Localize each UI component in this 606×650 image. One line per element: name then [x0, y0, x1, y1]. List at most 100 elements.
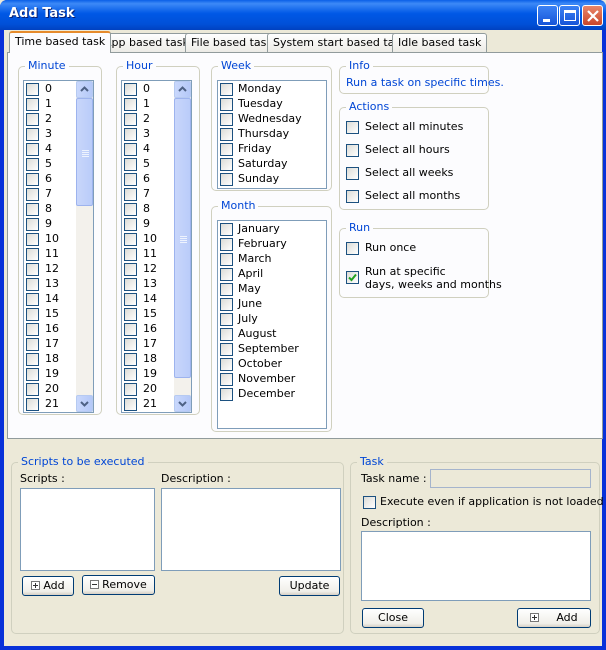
checkbox[interactable] — [220, 173, 233, 186]
month-row[interactable]: March — [220, 252, 320, 267]
checkbox[interactable] — [346, 144, 359, 157]
add-script-button[interactable]: Add — [22, 576, 74, 596]
checkbox[interactable] — [26, 113, 39, 126]
run-specific-checkbox[interactable]: Run at specific days, weeks and months — [346, 265, 502, 293]
checkbox[interactable] — [124, 398, 137, 411]
checkbox[interactable] — [26, 353, 39, 366]
checkbox[interactable] — [220, 83, 233, 96]
scripts-list[interactable] — [20, 488, 155, 571]
checkbox[interactable] — [363, 496, 376, 509]
checkbox[interactable] — [124, 308, 137, 321]
checkbox[interactable] — [220, 238, 233, 251]
checkbox[interactable] — [26, 398, 39, 411]
title-bar[interactable]: Add Task — [0, 0, 606, 30]
checkbox[interactable] — [124, 278, 137, 291]
checkbox[interactable] — [346, 242, 359, 255]
month-row[interactable]: August — [220, 327, 320, 342]
select-all-checkbox[interactable]: Select all minutes — [346, 120, 481, 135]
month-row[interactable]: May — [220, 282, 320, 297]
tab-system-start[interactable]: System start based task — [267, 33, 413, 52]
checkbox[interactable] — [26, 383, 39, 396]
checkbox[interactable] — [26, 278, 39, 291]
select-all-checkbox[interactable]: Select all hours — [346, 143, 481, 158]
checkbox[interactable] — [124, 248, 137, 261]
checkbox[interactable] — [220, 328, 233, 341]
week-day-row[interactable]: Wednesday — [220, 112, 320, 127]
checkbox[interactable] — [124, 113, 137, 126]
checkbox[interactable] — [220, 343, 233, 356]
checkbox[interactable] — [220, 143, 233, 156]
checkbox[interactable] — [124, 98, 137, 111]
month-row[interactable]: July — [220, 312, 320, 327]
checkbox[interactable] — [220, 253, 233, 266]
checkbox[interactable] — [124, 158, 137, 171]
maximize-button[interactable] — [559, 5, 580, 26]
checkbox[interactable] — [220, 223, 233, 236]
week-day-row[interactable]: Saturday — [220, 157, 320, 172]
checkbox[interactable] — [26, 308, 39, 321]
checkbox[interactable] — [26, 143, 39, 156]
minimize-button[interactable] — [537, 5, 558, 26]
minute-list[interactable]: 0 1 2 3 4 5 6 7 8 9 10 11 12 13 14 15 16 17 18 19 20 21 — [23, 80, 94, 413]
task-name-input[interactable] — [430, 469, 591, 488]
minute-scrollbar[interactable] — [76, 81, 93, 412]
checkbox[interactable] — [26, 173, 39, 186]
checkbox[interactable] — [26, 323, 39, 336]
checkbox[interactable] — [124, 233, 137, 246]
checkbox[interactable] — [346, 190, 359, 203]
checkbox[interactable] — [346, 271, 359, 284]
hour-scrollbar[interactable] — [174, 81, 191, 412]
month-list[interactable]: January February March April May June July Augu… — [217, 220, 327, 429]
month-row[interactable]: June — [220, 297, 320, 312]
scroll-down-button[interactable] — [174, 395, 191, 412]
scroll-up-button[interactable] — [174, 81, 191, 98]
checkbox[interactable] — [220, 268, 233, 281]
month-row[interactable]: April — [220, 267, 320, 282]
tab-file-based[interactable]: File based task — [185, 33, 279, 52]
checkbox[interactable] — [124, 338, 137, 351]
checkbox[interactable] — [26, 233, 39, 246]
checkbox[interactable] — [26, 83, 39, 96]
checkbox[interactable] — [124, 83, 137, 96]
scroll-thumb[interactable] — [174, 98, 191, 378]
month-row[interactable]: January — [220, 222, 320, 237]
checkbox[interactable] — [26, 203, 39, 216]
checkbox[interactable] — [26, 158, 39, 171]
update-script-button[interactable]: Update — [279, 576, 340, 596]
execute-unloaded-checkbox[interactable]: Execute even if application is not loade… — [363, 495, 604, 510]
tab-time-based[interactable]: Time based task — [9, 31, 112, 53]
checkbox[interactable] — [220, 358, 233, 371]
checkbox[interactable] — [220, 373, 233, 386]
checkbox[interactable] — [26, 248, 39, 261]
checkbox[interactable] — [220, 98, 233, 111]
checkbox[interactable] — [26, 293, 39, 306]
hour-list[interactable]: 0 1 2 3 4 5 6 7 8 9 10 11 12 13 14 15 16 17 18 19 20 21 — [121, 80, 192, 413]
checkbox[interactable] — [124, 353, 137, 366]
month-row[interactable]: December — [220, 387, 320, 402]
checkbox[interactable] — [220, 298, 233, 311]
checkbox[interactable] — [124, 383, 137, 396]
checkbox[interactable] — [124, 128, 137, 141]
week-list[interactable]: Monday Tuesday Wednesday Thursday Friday Satu… — [217, 80, 327, 189]
close-button[interactable]: Close — [362, 608, 424, 628]
week-day-row[interactable]: Thursday — [220, 127, 320, 142]
scroll-up-button[interactable] — [76, 81, 93, 98]
checkbox[interactable] — [26, 368, 39, 381]
checkbox[interactable] — [124, 323, 137, 336]
select-all-checkbox[interactable]: Select all weeks — [346, 166, 481, 181]
week-day-row[interactable]: Friday — [220, 142, 320, 157]
checkbox[interactable] — [26, 338, 39, 351]
checkbox[interactable] — [220, 113, 233, 126]
checkbox[interactable] — [220, 313, 233, 326]
checkbox[interactable] — [220, 283, 233, 296]
checkbox[interactable] — [26, 218, 39, 231]
select-all-checkbox[interactable]: Select all months — [346, 189, 481, 204]
scroll-thumb[interactable] — [76, 98, 93, 206]
checkbox[interactable] — [26, 263, 39, 276]
month-row[interactable]: November — [220, 372, 320, 387]
run-once-checkbox[interactable]: Run once — [346, 241, 476, 256]
remove-script-button[interactable]: Remove — [82, 575, 155, 595]
checkbox[interactable] — [124, 263, 137, 276]
week-day-row[interactable]: Tuesday — [220, 97, 320, 112]
scroll-down-button[interactable] — [76, 395, 93, 412]
